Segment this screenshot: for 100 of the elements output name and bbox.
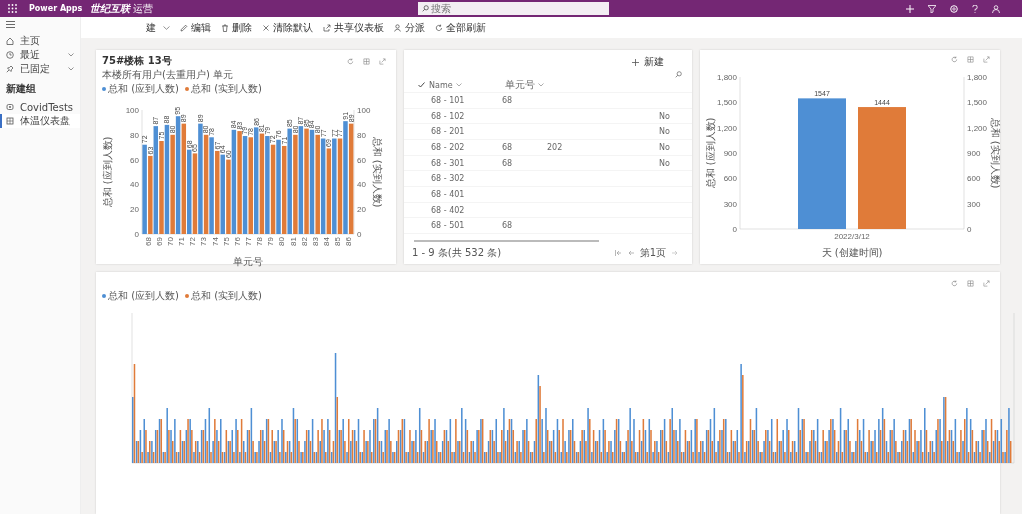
sidebar-item[interactable]: 体温仪表盘	[0, 114, 80, 128]
tick-label: 0	[357, 230, 362, 239]
dashboard-icon	[6, 117, 14, 125]
table-cell: 68	[502, 142, 513, 152]
x-axis-title: 天 (创建时间)	[821, 247, 883, 258]
table-cell-text: 68 - 101	[430, 95, 466, 105]
tick-label: 0	[134, 230, 139, 239]
column-header[interactable]: Name	[429, 80, 453, 90]
toolbar-button[interactable]: 共享仪表板	[320, 20, 387, 35]
category-label: 78	[255, 237, 265, 246]
record-count: 1 - 9 条(共 532 条)	[412, 245, 502, 260]
toolbar-button[interactable]: 建	[143, 20, 173, 35]
tick-label: 100	[357, 106, 371, 115]
chart-title: 75#楼栋 13号	[102, 54, 172, 68]
y-axis-title: 总和 (实到人数)	[990, 117, 1001, 189]
column-header[interactable]: 单元号	[505, 78, 535, 92]
search-icon[interactable]	[675, 71, 682, 78]
chevron-icon[interactable]	[455, 83, 462, 87]
app-launcher-icon[interactable]	[8, 4, 17, 13]
chevron-icon[interactable]	[68, 53, 74, 57]
chart-subtitle: 本楼所有用户(去重用户) 单元	[102, 68, 234, 82]
toolbar-button[interactable]: 分派	[391, 20, 428, 35]
settings-icon[interactable]	[950, 4, 958, 13]
table-cell: 202	[547, 142, 563, 152]
tick-label: 1,200	[716, 123, 737, 133]
category-label: 85	[333, 237, 343, 246]
refresh-icon	[435, 23, 443, 32]
first-page-icon[interactable]	[614, 249, 622, 256]
sidebar-item[interactable]: 最近	[0, 48, 80, 62]
category-label: 77	[244, 237, 253, 246]
section-heading: 新建组	[5, 82, 37, 96]
table-cell: No	[659, 142, 670, 152]
table-cell-text: 68 - 102	[430, 111, 466, 121]
tick-label: 600	[967, 174, 981, 184]
table-cell-text: 68 - 501	[430, 221, 466, 231]
tick-label: 100	[125, 106, 139, 115]
next-page-icon[interactable]	[672, 249, 678, 256]
app-icon	[6, 103, 14, 111]
table-cell-text: 68 - 401	[430, 189, 466, 199]
legend-item: 总和 (实到人数)	[185, 289, 262, 303]
tick-label: 60	[357, 155, 366, 165]
category-label: 74	[210, 237, 220, 246]
search-icon	[422, 5, 430, 12]
export-icon[interactable]	[967, 279, 974, 287]
tick-label: 40	[357, 180, 366, 190]
table-cell: No	[659, 127, 670, 137]
table-cell: No	[659, 158, 670, 168]
category-label: 79	[266, 237, 276, 246]
previous-page-icon[interactable]	[627, 249, 634, 256]
tick-label: 900	[723, 149, 737, 158]
toolbar-button[interactable]: 全部刷新	[432, 20, 489, 35]
category-label: 71	[177, 237, 187, 246]
app-label: 运营	[133, 1, 154, 16]
sidebar-item[interactable]: 主页	[0, 34, 80, 48]
org-name: 世纪互联	[90, 1, 131, 16]
plus-icon[interactable]	[906, 4, 914, 13]
refresh-icon[interactable]	[347, 57, 354, 65]
tick-label: 40	[130, 180, 139, 190]
search-field[interactable]: 搜索	[418, 2, 610, 15]
person-icon	[394, 23, 402, 32]
tick-label: 600	[723, 174, 737, 184]
filter-icon[interactable]	[928, 4, 936, 13]
tick-label: 300	[967, 199, 981, 209]
chevron-icon[interactable]	[68, 67, 74, 71]
tick-label: 300	[723, 199, 737, 209]
table-cell-text: 68 - 402	[430, 205, 466, 215]
check-icon[interactable]	[418, 82, 425, 88]
menu-icon[interactable]	[6, 21, 15, 28]
trash-icon	[221, 23, 229, 32]
tick-label: 1,800	[716, 73, 737, 82]
user-icon[interactable]	[992, 4, 1000, 13]
plus-icon	[632, 58, 639, 66]
expand-icon[interactable]	[983, 279, 990, 287]
export-icon[interactable]	[363, 57, 370, 65]
category-label: 83	[310, 237, 320, 246]
pencil-icon	[180, 23, 188, 32]
help-icon[interactable]	[972, 4, 978, 13]
tick-label: 20	[357, 205, 366, 215]
chevron-icon	[163, 25, 170, 30]
scrollbar[interactable]	[414, 240, 599, 242]
chevron-icon[interactable]	[538, 83, 544, 87]
sidebar-item[interactable]: CovidTests	[0, 100, 80, 114]
clock-icon	[6, 51, 14, 59]
table-cell-text: 68 - 202	[430, 142, 466, 152]
refresh-icon[interactable]	[951, 279, 958, 287]
toolbar-button[interactable]: 编辑	[177, 20, 214, 35]
page-number: 第1页	[639, 245, 666, 260]
tick-label: 1,200	[967, 123, 988, 133]
category-label: 80	[277, 237, 287, 246]
refresh-icon[interactable]	[951, 55, 958, 63]
table-cell-text: 68 - 201	[430, 127, 466, 137]
table-cell-text: 68 - 301	[430, 158, 466, 168]
expand-icon[interactable]	[379, 57, 386, 65]
y-axis-title: 总和 (实到人数)	[372, 136, 383, 208]
sidebar-item[interactable]: 已固定	[0, 62, 80, 76]
category-label: 81	[288, 237, 298, 246]
expand-icon[interactable]	[983, 55, 990, 63]
tick-label: 60	[130, 155, 139, 165]
export-icon[interactable]	[967, 55, 974, 63]
y-axis-title: 总和 (应到人数)	[102, 136, 113, 208]
